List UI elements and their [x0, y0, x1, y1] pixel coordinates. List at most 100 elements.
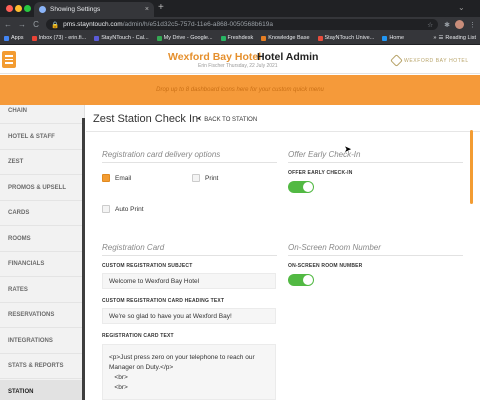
bookmark-favicon-icon [31, 35, 37, 41]
address-bar[interactable]: 🔒 pms.stayntouch.com/admin/h/e51d32c5-75… [46, 19, 439, 30]
back-arrow-icon: ⮜ [197, 116, 202, 122]
reload-icon[interactable]: C [32, 20, 40, 29]
email-checkbox[interactable] [102, 174, 110, 182]
sidebar-item-label: PROMOS & UPSELL [8, 184, 67, 191]
url-host: pms.stayntouch.com [63, 21, 123, 28]
registration-card-heading: Registration Card [102, 243, 165, 252]
sidebar: CHAIN HOTEL & STAFF ZEST PROMOS & UPSELL CAR… [0, 105, 85, 400]
bookmark-item[interactable]: Freshdesk [220, 35, 253, 41]
early-checkin-toggle-label: OFFER EARLY CHECK-IN [288, 170, 353, 176]
bookmark-favicon-icon [4, 35, 9, 41]
forward-arrow-icon[interactable]: → [18, 20, 26, 29]
sidebar-item-label: CHAIN [8, 108, 27, 114]
tab-title: Showing Settings [50, 6, 101, 13]
main-scrollbar[interactable] [470, 130, 473, 204]
extensions-icon[interactable]: ✱ [444, 21, 450, 29]
close-window-button[interactable] [6, 5, 13, 12]
bookmark-item[interactable]: Home [382, 35, 404, 41]
tab-search-icon[interactable]: ⌄ [458, 3, 465, 12]
url-path: /admin/h/e51d32c5-757d-11e6-a868-0050568… [122, 21, 273, 28]
sidebar-item-financials[interactable]: FINANCIALS [0, 252, 82, 277]
reading-list-icon: ☰ [438, 35, 444, 41]
hotel-name: Wexford Bay Hotel [168, 51, 262, 63]
sidebar-item-integrations[interactable]: INTEGRATIONS [0, 329, 82, 354]
sidebar-item-label: STATION [8, 388, 34, 395]
toggle-knob [303, 182, 313, 192]
bookmark-item[interactable]: My Drive - Google... [156, 35, 213, 41]
back-arrow-icon[interactable]: ← [4, 20, 12, 29]
registration-heading-value: We're so glad to have you at Wexford Bay… [109, 312, 232, 320]
app-name: Hotel Admin [257, 51, 319, 63]
heading-text-field-label: CUSTOM REGISTRATION CARD HEADING TEXT [102, 298, 225, 304]
sidebar-item-reservations[interactable]: RESERVATIONS [0, 303, 82, 328]
subject-field-label: CUSTOM REGISTRATION SUBJECT [102, 263, 193, 269]
registration-heading-input[interactable]: We're so glad to have you at Wexford Bay… [102, 308, 276, 324]
sidebar-item-chain[interactable]: CHAIN [0, 99, 82, 124]
sidebar-item-cards[interactable]: CARDS [0, 201, 82, 226]
profile-avatar[interactable] [455, 20, 464, 29]
browser-tab[interactable]: Showing Settings × [34, 2, 154, 17]
bookmark-item[interactable]: Knowledge Base [261, 35, 310, 41]
delivery-options-heading: Registration card delivery options [102, 150, 221, 159]
back-to-station-button[interactable]: ⮜ BACK TO STATION [197, 116, 257, 123]
sidebar-item-station[interactable]: STATION [0, 379, 82, 400]
page-title: Zest Station Check In [93, 113, 199, 125]
bookmark-favicon-icon [156, 35, 162, 41]
bookmarks-overflow-icon[interactable]: » [433, 35, 436, 41]
sidebar-item-label: CARDS [8, 210, 30, 216]
hotel-logo: WEXFORD BAY HOTEL [390, 54, 469, 67]
sidebar-item-label: STATS & REPORTS [8, 363, 64, 369]
bookmark-label: Inbox (73) - erin.fi... [38, 35, 87, 41]
bookmark-star-icon[interactable]: ☆ [427, 21, 433, 29]
logo-text: WEXFORD BAY HOTEL [404, 57, 469, 64]
sidebar-item-promos-upsell[interactable]: PROMOS & UPSELL [0, 176, 82, 201]
sidebar-scrollbar[interactable] [82, 118, 85, 400]
bookmark-label: StayNTouch - Cal... [101, 35, 149, 41]
auto-print-checkbox[interactable] [102, 205, 110, 213]
section-divider [102, 162, 277, 163]
bookmark-favicon-icon [220, 35, 226, 41]
new-tab-button[interactable]: + [158, 2, 164, 13]
bookmark-label: Knowledge Base [268, 35, 310, 41]
card-text-field-label: REGISTRATION CARD TEXT [102, 333, 174, 339]
bookmark-favicon-icon [317, 35, 323, 41]
section-divider [288, 162, 463, 163]
minimize-window-button[interactable] [15, 5, 22, 12]
reading-list-label: Reading List [445, 35, 476, 41]
registration-subject-input[interactable]: Welcome to Wexford Bay Hotel [102, 273, 276, 289]
sidebar-item-rooms[interactable]: ROOMS [0, 227, 82, 252]
maximize-window-button[interactable] [24, 5, 31, 12]
early-checkin-toggle[interactable] [288, 181, 314, 193]
reading-list-button[interactable]: » ☰ Reading List [433, 35, 476, 41]
sidebar-item-label: INTEGRATIONS [8, 337, 53, 344]
back-label: BACK TO STATION [204, 116, 258, 123]
bookmark-item[interactable]: StayNTouch - Cal... [94, 35, 149, 41]
bookmark-label: Apps [11, 35, 24, 41]
sidebar-item-rates[interactable]: RATES [0, 278, 82, 303]
sidebar-item-label: RESERVATIONS [8, 312, 55, 318]
email-label: Email [115, 175, 132, 182]
registration-card-textarea[interactable]: <p>Just press zero on your telephone to … [102, 344, 276, 400]
bookmark-favicon-icon [94, 35, 100, 41]
bookmark-label: My Drive - Google... [163, 35, 213, 41]
sidebar-item-stats-reports[interactable]: STATS & REPORTS [0, 354, 82, 379]
browser-toolbar: ← → C 🔒 pms.stayntouch.com/admin/h/e51d3… [0, 17, 480, 32]
sidebar-item-hotel-staff[interactable]: HOTEL & STAFF [0, 125, 82, 150]
toggle-knob [303, 275, 313, 285]
print-label: Print [205, 175, 219, 182]
room-number-toggle[interactable] [288, 274, 314, 286]
more-menu-icon[interactable]: ⋮ [469, 21, 476, 29]
bookmark-item[interactable]: Apps [4, 35, 24, 41]
menu-line-icon [5, 58, 13, 61]
hamburger-menu-button[interactable] [2, 51, 16, 68]
sidebar-item-label: ZEST [8, 159, 24, 165]
bookmark-item[interactable]: Inbox (73) - erin.fi... [31, 35, 87, 41]
section-divider [102, 255, 277, 256]
auto-print-label: Auto Print [115, 206, 144, 213]
print-checkbox[interactable] [192, 174, 200, 182]
sidebar-item-zest[interactable]: ZEST [0, 150, 82, 175]
bookmark-favicon-icon [382, 35, 388, 41]
tab-close-icon[interactable]: × [145, 6, 149, 13]
bookmark-item[interactable]: StayNTouch Unive... [317, 35, 374, 41]
bookmark-favicon-icon [261, 35, 267, 41]
